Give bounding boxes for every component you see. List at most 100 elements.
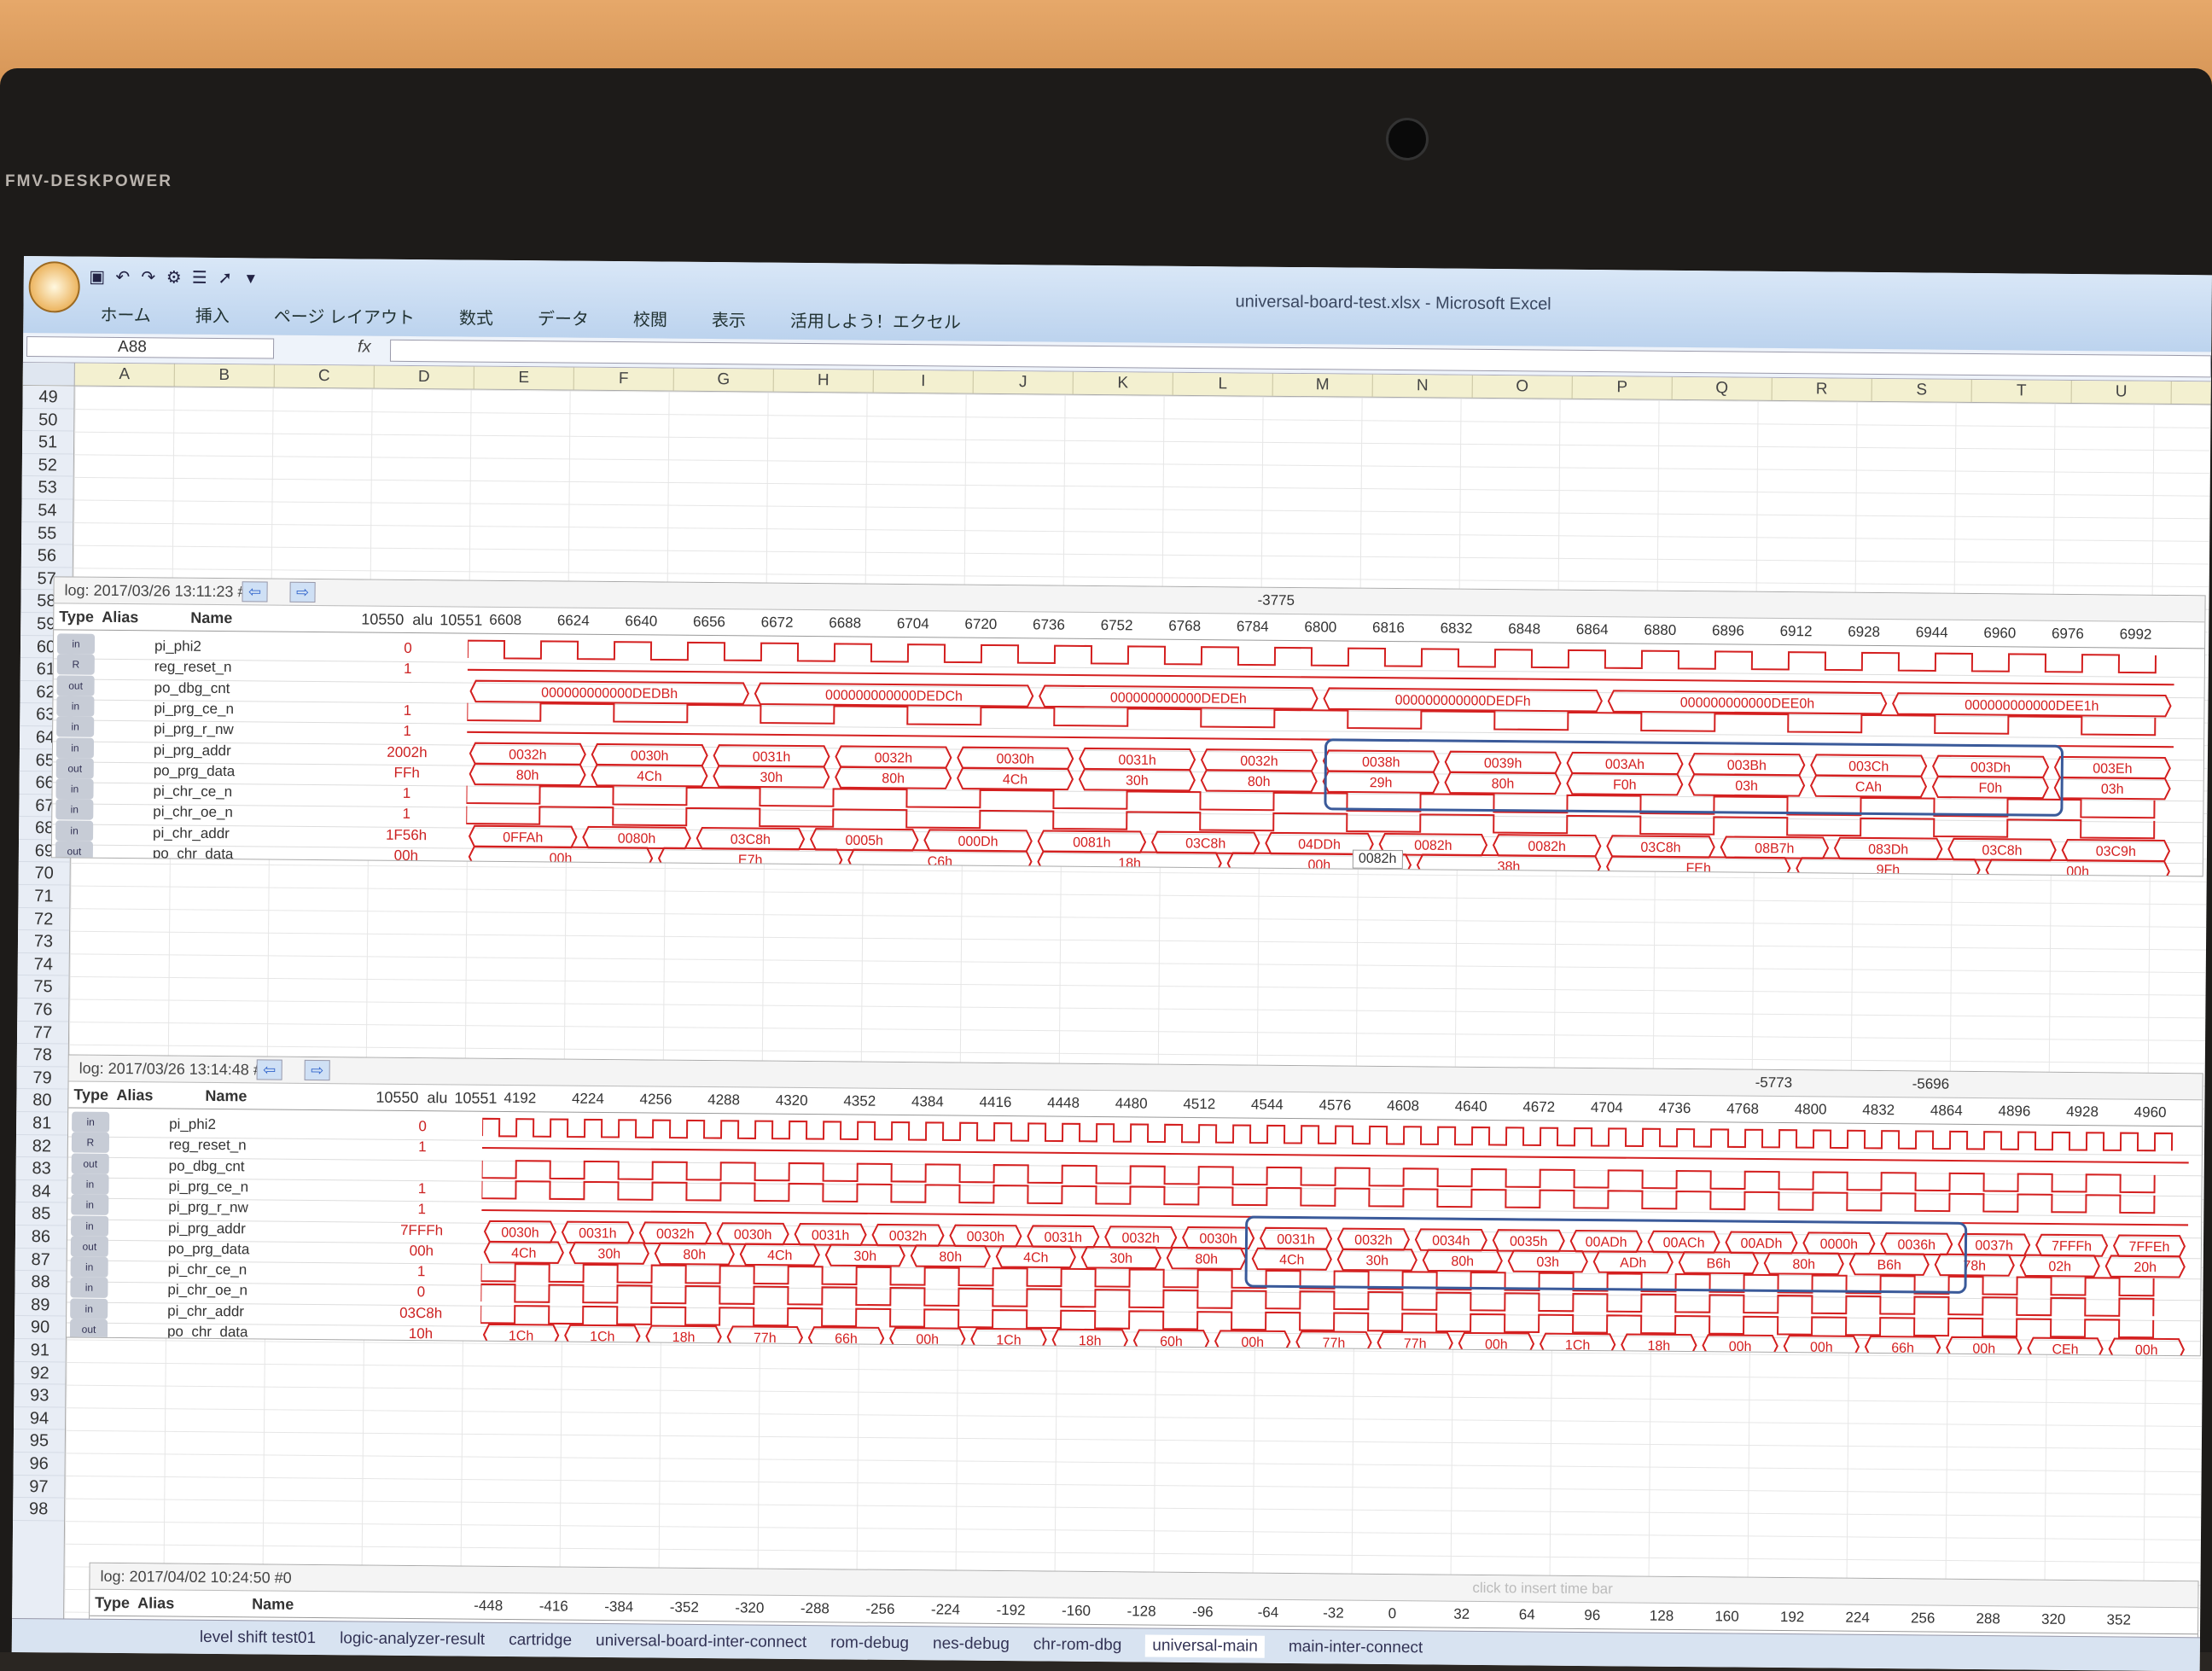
time-tick: 6928 bbox=[1848, 623, 1881, 640]
sheet-tab[interactable]: logic-analyzer-result bbox=[340, 1629, 485, 1649]
row-header[interactable]: 55 bbox=[21, 521, 73, 545]
column-header[interactable]: C bbox=[274, 364, 375, 388]
row-header[interactable]: 94 bbox=[13, 1406, 66, 1430]
row-header[interactable]: 70 bbox=[18, 862, 70, 886]
row-header[interactable]: 82 bbox=[15, 1134, 68, 1158]
save-icon[interactable]: ▣ bbox=[87, 266, 108, 287]
sheet-tab[interactable]: rom-debug bbox=[830, 1633, 909, 1653]
row-header[interactable]: 53 bbox=[21, 476, 73, 500]
time-tick: 128 bbox=[1649, 1607, 1674, 1624]
row-header[interactable]: 96 bbox=[13, 1452, 65, 1476]
sheet-tab[interactable]: cartridge bbox=[509, 1631, 572, 1651]
sheet-tab[interactable]: level shift test01 bbox=[200, 1627, 316, 1647]
row-header[interactable]: 83 bbox=[15, 1157, 67, 1181]
cell-grid[interactable] bbox=[64, 386, 2211, 1638]
row-header[interactable]: 52 bbox=[21, 453, 73, 477]
row-header[interactable]: 86 bbox=[15, 1225, 67, 1249]
macro-icon[interactable]: ⚙ bbox=[164, 266, 184, 287]
sheet-tab[interactable]: chr-rom-dbg bbox=[1033, 1635, 1122, 1655]
ribbon-tab[interactable]: ページ レイアウト bbox=[274, 303, 415, 329]
row-header[interactable]: 56 bbox=[20, 544, 73, 568]
column-header[interactable]: K bbox=[1073, 371, 1173, 395]
ribbon-tab[interactable]: データ bbox=[538, 305, 589, 330]
name-box[interactable]: A88 bbox=[26, 336, 275, 359]
next-arrow-icon[interactable]: ⇨ bbox=[289, 581, 316, 603]
column-header[interactable]: T bbox=[1971, 379, 2072, 403]
list-icon[interactable]: ☰ bbox=[189, 267, 210, 288]
row-header[interactable]: 75 bbox=[17, 975, 69, 999]
row-header[interactable]: 85 bbox=[15, 1202, 67, 1226]
sheet-tab[interactable]: main-inter-connect bbox=[1289, 1637, 1423, 1656]
column-header[interactable]: B bbox=[174, 364, 275, 387]
row-header[interactable]: 73 bbox=[17, 930, 70, 954]
row-header[interactable]: 76 bbox=[17, 998, 69, 1022]
row-header[interactable]: 81 bbox=[16, 1111, 68, 1136]
time-tick: 4896 bbox=[1998, 1103, 2031, 1120]
row-header[interactable]: 97 bbox=[13, 1475, 65, 1499]
column-header[interactable]: F bbox=[573, 367, 674, 391]
row-header[interactable]: 88 bbox=[15, 1271, 67, 1295]
row-header[interactable]: 77 bbox=[16, 1021, 69, 1045]
insert-time-bar-hint[interactable]: click to insert time bar bbox=[1472, 1580, 1613, 1598]
row-header[interactable]: 49 bbox=[22, 385, 74, 410]
sheet-tab[interactable]: nes-debug bbox=[933, 1634, 1010, 1654]
select-all-corner[interactable] bbox=[22, 362, 75, 386]
row-header[interactable]: 71 bbox=[18, 885, 70, 909]
bus-value: 00h bbox=[1729, 1339, 1752, 1354]
column-header[interactable]: Q bbox=[1672, 376, 1773, 400]
ribbon-tab[interactable]: 校閲 bbox=[633, 306, 667, 330]
column-header[interactable]: J bbox=[973, 370, 1074, 394]
column-header[interactable]: S bbox=[1871, 378, 1972, 402]
sheet-tab[interactable]: universal-board-inter-connect bbox=[596, 1631, 806, 1651]
row-header[interactable]: 91 bbox=[14, 1338, 66, 1363]
column-header[interactable]: A bbox=[74, 363, 175, 387]
column-header[interactable]: E bbox=[474, 366, 574, 390]
ribbon-tab[interactable]: 表示 bbox=[712, 306, 746, 331]
column-header[interactable]: O bbox=[1472, 375, 1573, 399]
row-header[interactable]: 84 bbox=[15, 1179, 67, 1203]
pointer-icon[interactable]: ➚ bbox=[215, 267, 236, 288]
prev-arrow-icon[interactable]: ⇦ bbox=[242, 581, 268, 603]
row-header[interactable]: 72 bbox=[18, 907, 70, 931]
row-header[interactable]: 89 bbox=[15, 1293, 67, 1317]
row-header[interactable]: 95 bbox=[13, 1429, 65, 1453]
column-header[interactable]: N bbox=[1372, 374, 1473, 398]
row-header[interactable]: 93 bbox=[14, 1384, 66, 1408]
row-header[interactable]: 80 bbox=[16, 1089, 68, 1113]
function-icon[interactable]: fx bbox=[358, 337, 371, 357]
row-header[interactable]: 54 bbox=[21, 498, 73, 523]
column-header[interactable]: D bbox=[374, 365, 474, 389]
prev-arrow-icon[interactable]: ⇦ bbox=[256, 1059, 282, 1080]
column-header[interactable]: P bbox=[1572, 376, 1673, 399]
ribbon-tab[interactable]: 数式 bbox=[459, 304, 493, 329]
office-button[interactable] bbox=[28, 261, 80, 313]
row-header[interactable]: 87 bbox=[15, 1248, 67, 1272]
column-header[interactable]: L bbox=[1173, 372, 1273, 396]
next-arrow-icon[interactable]: ⇨ bbox=[304, 1059, 330, 1081]
redo-icon[interactable]: ↷ bbox=[138, 266, 159, 287]
row-header[interactable]: 92 bbox=[14, 1361, 66, 1385]
row-header[interactable]: 51 bbox=[21, 431, 74, 455]
undo-icon[interactable]: ↶ bbox=[113, 266, 133, 287]
column-header[interactable]: U bbox=[2071, 380, 2172, 404]
time-tick: 4352 bbox=[843, 1092, 876, 1109]
row-header[interactable]: 98 bbox=[13, 1498, 65, 1522]
ribbon-tab[interactable]: 挿入 bbox=[195, 302, 230, 327]
row-header[interactable]: 50 bbox=[22, 408, 74, 432]
row-header[interactable]: 79 bbox=[16, 1066, 68, 1090]
column-header[interactable]: H bbox=[773, 369, 874, 393]
ribbon-tab[interactable]: 活用しよう！エクセル bbox=[790, 307, 961, 334]
customize-icon[interactable]: ▾ bbox=[241, 267, 261, 288]
row-header[interactable]: 90 bbox=[14, 1316, 67, 1340]
time-tick: 6832 bbox=[1440, 620, 1473, 637]
sheet-tab[interactable]: universal-main bbox=[1145, 1634, 1265, 1658]
column-header[interactable]: G bbox=[673, 368, 774, 392]
column-header[interactable]: R bbox=[1772, 377, 1872, 401]
time-marker: -3775 bbox=[1257, 591, 1295, 609]
time-tick: -448 bbox=[474, 1597, 504, 1614]
column-header[interactable]: M bbox=[1272, 373, 1373, 397]
row-header[interactable]: 74 bbox=[17, 952, 69, 976]
column-header[interactable]: I bbox=[873, 370, 974, 393]
ribbon-tab[interactable]: ホーム bbox=[100, 301, 151, 327]
row-header[interactable]: 78 bbox=[16, 1044, 68, 1068]
